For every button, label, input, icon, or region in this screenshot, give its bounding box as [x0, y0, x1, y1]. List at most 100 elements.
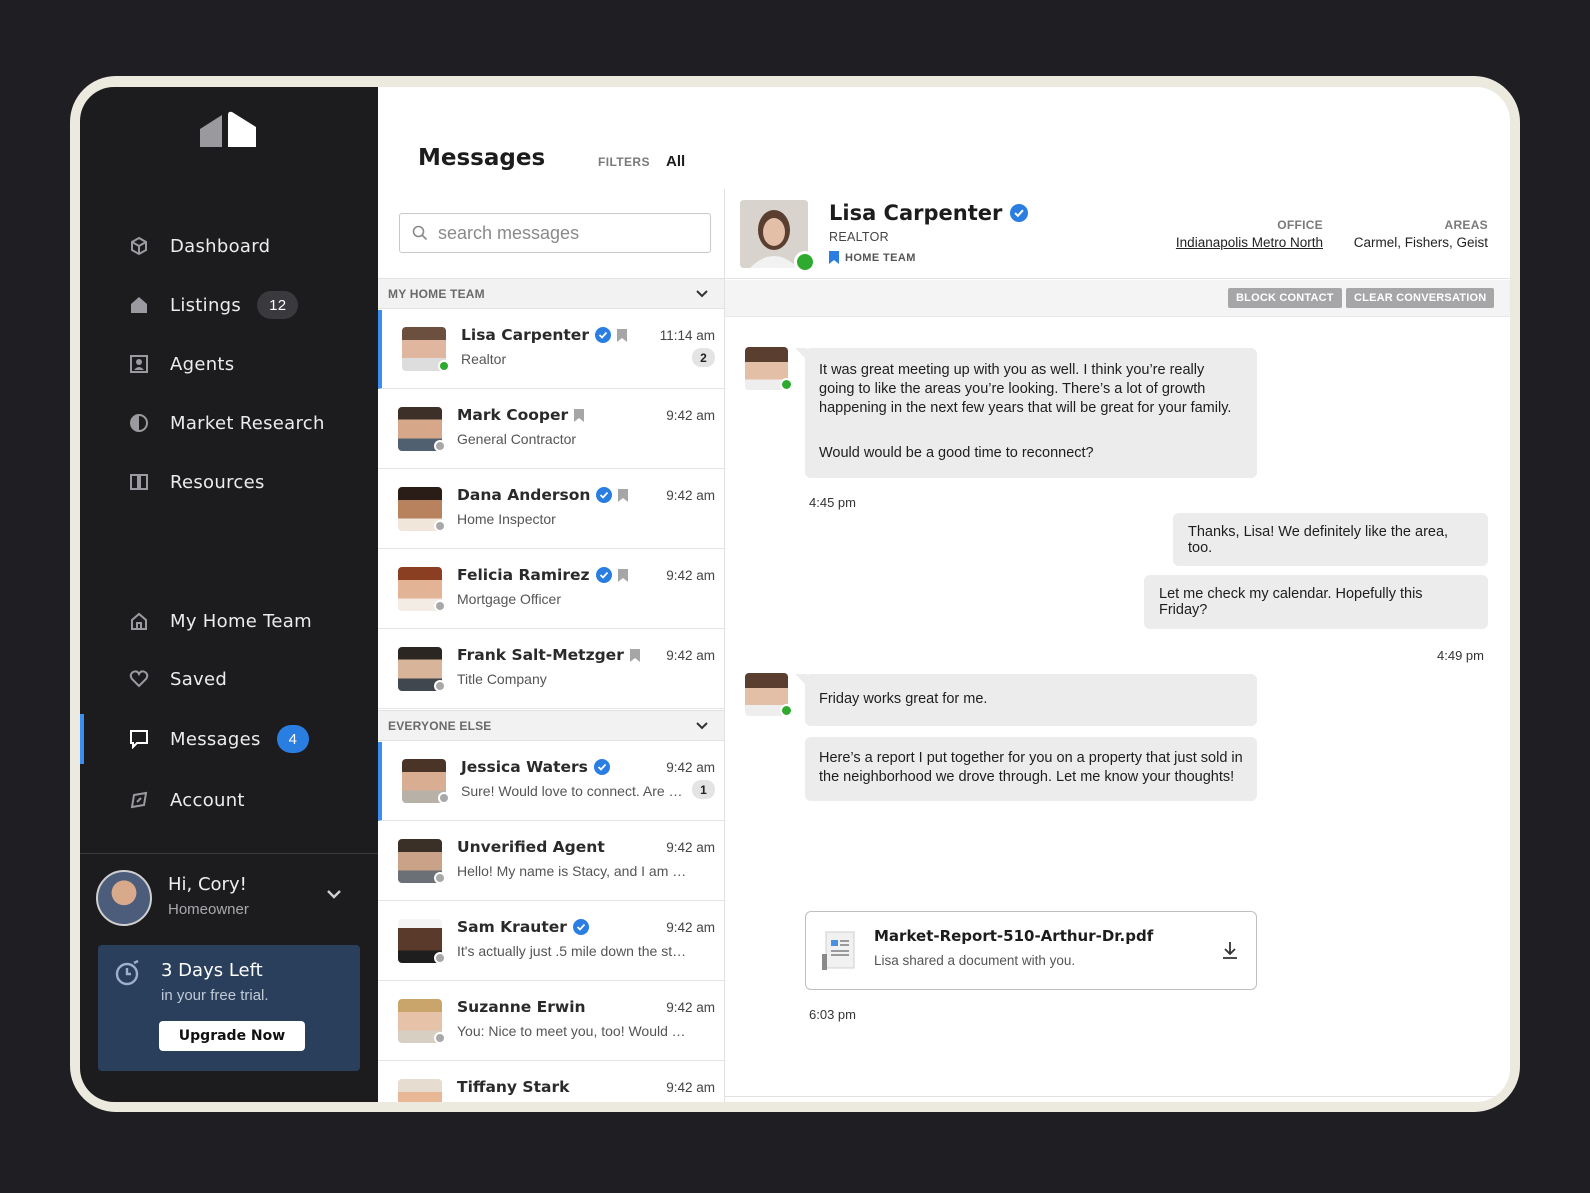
verified-icon	[595, 567, 612, 583]
contact-role: REALTOR	[829, 230, 889, 244]
pie-chart-icon	[128, 412, 150, 434]
offline-status-dot	[438, 792, 450, 804]
online-status-dot	[438, 360, 450, 372]
nav-market-research[interactable]: Market Research	[80, 398, 378, 448]
trial-days-left: 3 Days Left	[161, 960, 263, 981]
attachment-card[interactable]: Market-Report-510-Arthur-Dr.pdf Lisa sha…	[805, 911, 1257, 990]
heart-icon	[128, 668, 150, 690]
conversation-subtitle: General Contractor	[457, 431, 577, 447]
conversation-subtitle: Mortgage Officer	[457, 591, 562, 607]
nav-listings[interactable]: Listings 12	[80, 280, 378, 330]
messages-count-badge: 4	[276, 725, 310, 753]
conversation-time: 9:42 am	[666, 840, 715, 855]
conversation-time: 9:42 am	[666, 648, 715, 663]
online-status-dot	[780, 704, 793, 717]
contact-name: Lisa Carpenter	[461, 326, 589, 344]
filter-dropdown[interactable]: All	[666, 153, 685, 170]
house-logo-icon[interactable]	[198, 109, 258, 147]
page-title: Messages	[418, 145, 546, 171]
profile-role: Homeowner	[168, 901, 249, 918]
nav-label: Listings	[170, 294, 242, 316]
list-item[interactable]: Mark Cooper General Contractor 9:42 am	[378, 390, 724, 469]
conversation-time: 9:42 am	[666, 920, 715, 935]
contact-name: Frank Salt-Metzger	[457, 646, 624, 664]
bookmark-icon	[617, 568, 628, 582]
contact-name: Felicia Ramirez	[457, 566, 590, 584]
list-item[interactable]: Felicia Ramirez Mortgage Officer 9:42 am	[378, 550, 724, 629]
profile-menu[interactable]: Hi, Cory! Homeowner	[96, 870, 366, 930]
nav-label: Dashboard	[170, 235, 271, 257]
section-title: EVERYONE ELSE	[388, 718, 492, 733]
attachment-note: Lisa shared a document with you.	[874, 953, 1076, 968]
message-timestamp: 4:45 pm	[809, 495, 856, 510]
bookmark-icon	[629, 648, 640, 662]
download-icon[interactable]	[1220, 940, 1240, 960]
conversation-subtitle: Realtor	[461, 351, 507, 367]
message-text: Would would be a good time to reconnect?	[819, 445, 1094, 461]
upgrade-now-button[interactable]: Upgrade Now	[159, 1021, 305, 1051]
conversation-time: 9:42 am	[666, 1080, 715, 1095]
list-item[interactable]: Dana Anderson Home Inspector 9:42 am	[378, 470, 724, 549]
nav-resources[interactable]: Resources	[80, 457, 378, 507]
search-box[interactable]	[399, 213, 711, 253]
conversation-name: Felicia Ramirez	[457, 566, 628, 584]
contact-name: Dana Anderson	[457, 486, 591, 504]
section-header-home-team[interactable]: MY HOME TEAM	[378, 278, 724, 309]
nav-messages[interactable]: Messages 4	[80, 714, 378, 764]
search-icon	[412, 225, 428, 241]
nav-label: Resources	[170, 471, 265, 493]
chevron-down-icon[interactable]	[695, 719, 709, 733]
home-team-tag: HOME TEAM	[829, 251, 916, 264]
contact-name: Jessica Waters	[461, 758, 588, 776]
conversation-name: Tiffany Stark	[457, 1078, 569, 1096]
chevron-down-icon[interactable]	[324, 884, 344, 904]
section-header-everyone-else[interactable]: EVERYONE ELSE	[378, 710, 724, 741]
composer-divider	[725, 1096, 1510, 1097]
search-input[interactable]	[438, 222, 698, 244]
list-item[interactable]: Frank Salt-Metzger Title Company 9:42 am	[378, 630, 724, 709]
list-item[interactable]: Lisa Carpenter Realtor 11:14 am 2	[378, 310, 724, 389]
contact-name: Sam Krauter	[457, 918, 567, 936]
office-link[interactable]: Indianapolis Metro North	[1176, 235, 1323, 250]
online-status-dot	[780, 378, 793, 391]
conversation-name: Jessica Waters	[461, 758, 610, 776]
document-icon	[822, 931, 855, 970]
nav-agents[interactable]: Agents	[80, 339, 378, 389]
home-icon	[128, 294, 150, 316]
sidebar-divider	[80, 853, 378, 854]
message-timestamp: 4:49 pm	[1437, 648, 1484, 663]
incoming-message: Friday works great for me.	[795, 674, 1257, 726]
list-item[interactable]: Tiffany Stark 9:42 am	[378, 1062, 724, 1102]
outgoing-message: Let me check my calendar. Hopefully this…	[1144, 575, 1488, 629]
areas-value: Carmel, Fishers, Geist	[1353, 235, 1488, 250]
contact-header: Lisa Carpenter REALTOR HOME TEAM OFFICE …	[725, 189, 1510, 279]
list-item[interactable]: Jessica Waters Sure! Would love to conne…	[378, 742, 724, 821]
nav-my-home-team[interactable]: My Home Team	[80, 596, 378, 646]
conversation-preview: You: Nice to meet you, too! Would Tuesda…	[457, 1023, 689, 1039]
nav-account[interactable]: Account	[80, 775, 378, 825]
offline-status-dot	[434, 440, 446, 452]
home-team-label: HOME TEAM	[845, 251, 916, 264]
nav-label: Account	[170, 789, 245, 811]
conversation-preview: Hello! My name is Stacy, and I am an age…	[457, 863, 689, 879]
conversation-preview: Sure! Would love to connect. Are you ava…	[461, 783, 687, 799]
nav-label: Messages	[170, 728, 261, 750]
list-item[interactable]: Suzanne Erwin You: Nice to meet you, too…	[378, 982, 724, 1061]
nav-dashboard[interactable]: Dashboard	[80, 221, 378, 271]
list-item[interactable]: Unverified Agent Hello! My name is Stacy…	[378, 822, 724, 901]
bookmark-icon	[574, 408, 585, 422]
section-title: MY HOME TEAM	[388, 286, 485, 301]
offline-status-dot	[434, 600, 446, 612]
block-contact-button[interactable]: BLOCK CONTACT	[1228, 288, 1342, 308]
unread-badge: 1	[692, 780, 715, 799]
avatar	[96, 870, 152, 926]
nav-label: Saved	[170, 668, 228, 690]
conversation-name: Dana Anderson	[457, 486, 629, 504]
incoming-message: It was great meeting up with you as well…	[795, 348, 1257, 478]
nav-saved[interactable]: Saved	[80, 654, 378, 704]
list-item[interactable]: Sam Krauter It's actually just .5 mile d…	[378, 902, 724, 981]
office-label: OFFICE	[1277, 218, 1323, 232]
listings-count-badge: 12	[257, 291, 299, 319]
clear-conversation-button[interactable]: CLEAR CONVERSATION	[1346, 288, 1495, 308]
chevron-down-icon[interactable]	[695, 287, 709, 301]
